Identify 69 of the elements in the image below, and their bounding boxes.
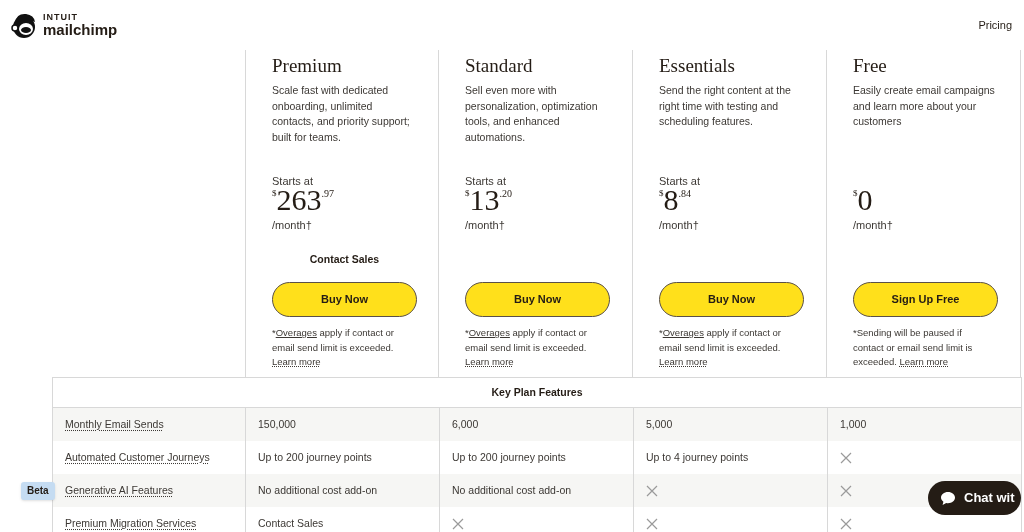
starts-at-label: Starts at [272,175,313,187]
currency-sign: $ [465,189,470,198]
table-cell-text: 150,000 [258,416,296,432]
plan-description: Easily create email campaigns and learn more about your customers [853,83,996,129]
price-amount: 8 [663,185,679,215]
brand-name: mailchimp [43,22,118,37]
learn-more-link[interactable]: Learn more [659,356,708,367]
cross-icon [840,484,852,497]
plan-button[interactable]: Buy Now [465,282,610,317]
feature-link[interactable]: Monthly Email Sends [65,416,164,433]
billing-period: /month† [272,218,313,233]
plan-description: Send the right content at the right time with testing and scheduling features. [659,83,792,129]
table-cell-text: No additional cost add-on [258,482,378,498]
footnote: *Overages apply if contact or email send limit is exceeded. Learn more [465,326,588,369]
currency-sign: $ [853,189,858,198]
table-cell-text: Up to 200 journey points [258,449,372,465]
table-cell-text: 5,000 [646,416,673,432]
nav-link[interactable]: Pricing [978,16,1012,34]
feature-link[interactable]: Automated Customer Journeys [65,449,210,466]
learn-more-link[interactable]: Learn more [465,356,514,367]
cross-icon [840,517,852,530]
overages-link[interactable]: Overages [275,327,317,338]
price-cents: .97 [321,189,334,199]
brand-label: INTUIT [43,13,79,22]
learn-more-link[interactable]: Learn more [272,356,321,367]
starts-at-label: Starts at [659,175,700,187]
plan-button[interactable]: Sign Up Free [853,282,998,317]
starts-at-label: Starts at [465,175,506,187]
footnote: *Sending will be paused if contact or email send limit is exceeded. Learn more [853,326,974,369]
overages-link[interactable]: Overages [662,327,704,338]
billing-period: /month† [465,218,506,233]
footnote: *Overages apply if contact or email send limit is exceeded. Learn more [659,326,782,369]
contact-sales-link[interactable]: Contact Sales [309,249,380,269]
table-cell-text: Up to 200 journey points [452,449,566,465]
plan-title: Essentials [659,56,736,76]
plan-button[interactable]: Buy Now [272,282,417,317]
billing-period: /month† [659,218,700,233]
table-cell-text: Contact Sales [258,515,324,531]
billing-period: /month† [853,218,894,233]
plan-button[interactable]: Buy Now [659,282,804,317]
speech-bubble-icon [940,490,956,506]
table-heading: Key Plan Features [491,384,583,400]
plan-title: Premium [272,56,343,76]
currency-sign: $ [272,189,277,198]
cross-icon [646,517,658,530]
chat-button[interactable]: Chat wit [928,481,1021,515]
plan-title: Standard [465,56,534,76]
overages-link[interactable]: Overages [468,327,510,338]
cross-icon [840,451,852,464]
feature-link[interactable]: Generative AI Features [65,482,173,499]
table-cell-text: 6,000 [452,416,479,432]
plan-description: Scale fast with dedicated onboarding, unlimited contacts, and priority support; built for teams. [272,83,411,145]
table-cell-text: Up to 4 journey points [646,449,749,465]
table-cell-text: 1,000 [840,416,867,432]
footnote: *Overages apply if contact or email send limit is exceeded. Learn more [272,326,395,369]
cross-icon [452,517,464,530]
price-amount: 0 [857,185,873,215]
price-cents: .20 [499,189,512,199]
beta-badge: Beta [21,482,55,500]
currency-sign: $ [659,189,664,198]
plan-description: Sell even more with personalization, optimization tools, and enhanced automations. [465,83,599,145]
price-amount: 13 [469,185,500,215]
feature-link[interactable]: Premium Migration Services [65,515,197,532]
cross-icon [646,484,658,497]
learn-more-link[interactable]: Learn more [899,356,949,367]
plan-title: Free [853,56,888,76]
table-cell-text: No additional cost add-on [452,482,572,498]
price-amount: 263 [276,185,322,215]
price-cents: .84 [678,189,691,199]
